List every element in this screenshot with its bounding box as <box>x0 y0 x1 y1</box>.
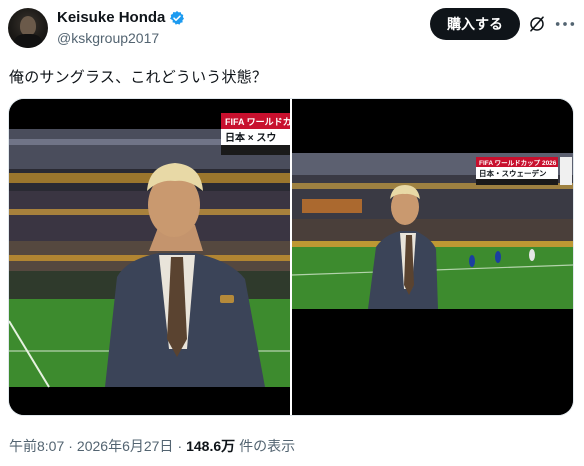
media-grid: FIFA ワールドカップ 日本 × スウ <box>8 98 574 416</box>
media-image-left[interactable]: FIFA ワールドカップ 日本 × スウ <box>9 99 290 415</box>
overlay-brand-right: FIFA ワールドカップ 2026 <box>479 158 557 167</box>
overlay-brand-left: FIFA ワールドカップ <box>225 116 290 127</box>
verified-badge-icon <box>170 10 185 25</box>
more-options-icon[interactable] <box>554 15 576 33</box>
tweet-time[interactable]: 午前8:07 <box>9 436 64 456</box>
meta-separator: · <box>68 438 73 454</box>
overlay-match-left: 日本 × スウ <box>225 131 276 144</box>
grok-icon[interactable] <box>528 15 546 33</box>
avatar[interactable] <box>8 8 48 48</box>
overlay-match-right: 日本・スウェーデン <box>479 168 547 178</box>
avatar-face <box>20 16 36 36</box>
tweet-meta: 午前8:07 · 2026年6月27日 · 148.6万 件の表示 <box>9 436 295 456</box>
display-name[interactable]: Keisuke Honda <box>57 9 165 26</box>
media-image-right[interactable]: FIFA ワールドカップ 2026 日本・スウェーデン <box>292 99 573 415</box>
name-row: Keisuke Honda <box>57 9 185 26</box>
avatar-body <box>14 34 42 48</box>
tweet-header: Keisuke Honda @kskgroup2017 購入する <box>8 8 576 52</box>
tweet-text: 俺のサングラス、これどういう状態？ <box>9 69 268 86</box>
handle[interactable]: @kskgroup2017 <box>57 30 159 46</box>
meta-separator-2: · <box>177 438 183 454</box>
broadcast-scene-left: FIFA ワールドカップ 日本 × スウ <box>9 99 290 415</box>
tweet-date[interactable]: 2026年6月27日 <box>77 436 174 456</box>
views-count[interactable]: 148.6万 <box>186 436 235 456</box>
buy-button[interactable]: 購入する <box>430 8 520 40</box>
broadcast-scene-right: FIFA ワールドカップ 2026 日本・スウェーデン <box>292 99 573 415</box>
views-label: 件の表示 <box>239 438 296 454</box>
